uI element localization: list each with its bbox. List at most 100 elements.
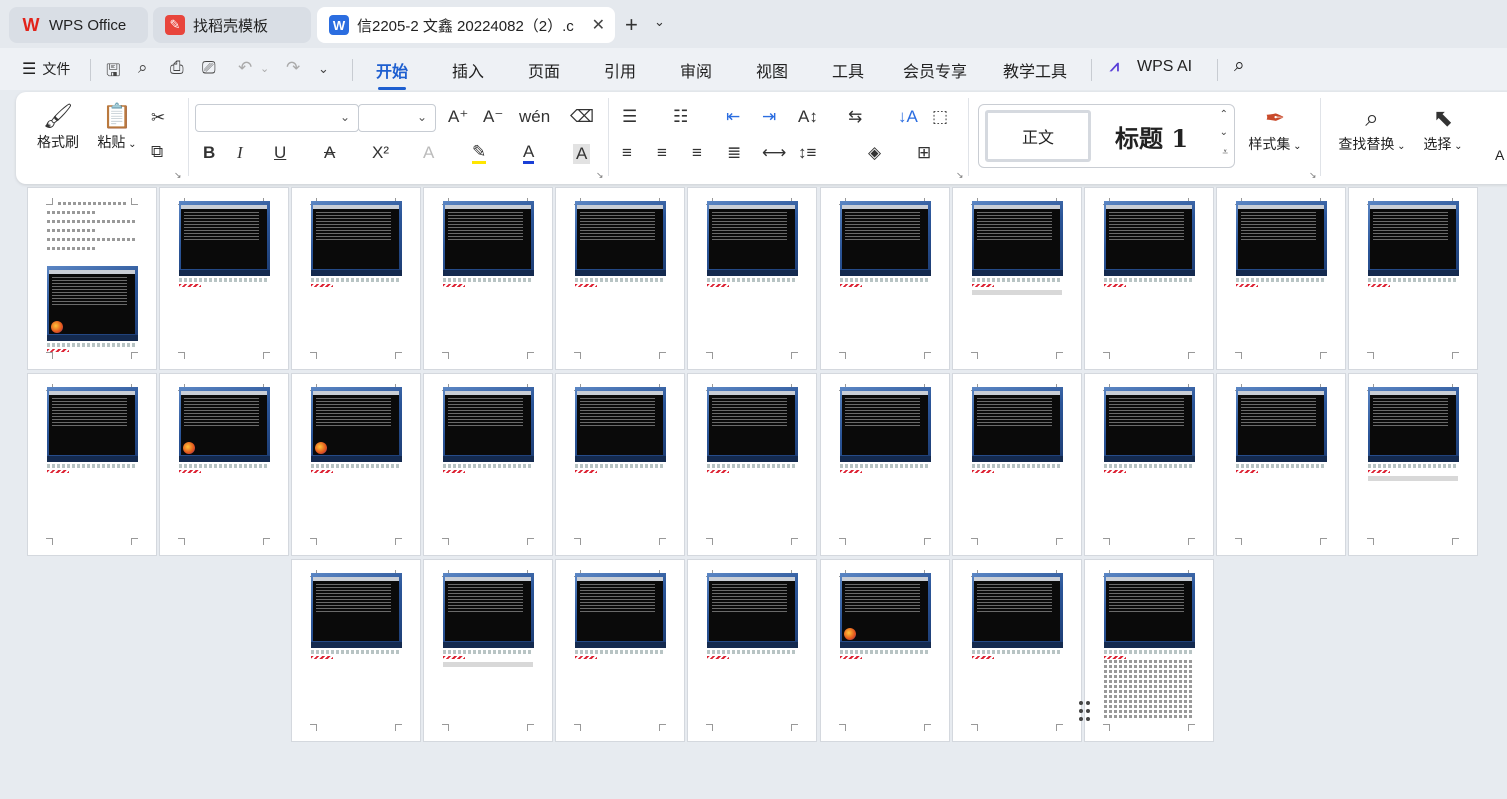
- tab-home[interactable]: 开始: [376, 58, 408, 90]
- tab-document[interactable]: W 信2205-2 文鑫 20224082（2）.c ✕: [317, 7, 615, 43]
- page-thumbnail[interactable]: [160, 374, 288, 555]
- page-thumbnail[interactable]: [556, 560, 684, 741]
- format-icon[interactable]: ⌕: [138, 58, 148, 78]
- page-thumbnail[interactable]: [821, 560, 949, 741]
- tab-docer[interactable]: ✎ 找稻壳模板: [153, 7, 311, 43]
- text-direction-icon[interactable]: A↕: [798, 107, 818, 127]
- show-marks-icon[interactable]: ⬚: [932, 107, 948, 127]
- find-replace-button[interactable]: ⌕ 查找替换 ⌄: [1334, 104, 1410, 154]
- tab-review[interactable]: 审阅: [680, 58, 712, 82]
- page-thumbnail[interactable]: [688, 188, 816, 369]
- highlight-icon[interactable]: ✎: [472, 143, 487, 164]
- select-button[interactable]: ⬉ 选择 ⌄: [1420, 104, 1466, 154]
- decrease-indent-icon[interactable]: ⇤: [726, 107, 740, 127]
- scroll-down-icon[interactable]: ⌄: [1220, 127, 1228, 138]
- phonetic-guide-icon[interactable]: wén: [519, 107, 550, 127]
- page-thumbnail[interactable]: [292, 560, 420, 741]
- underline-icon[interactable]: U: [274, 143, 286, 163]
- page-thumbnail[interactable]: [953, 374, 1081, 555]
- font-name-select[interactable]: ⌄: [195, 104, 359, 132]
- style-set-button[interactable]: ✒ 样式集 ⌄: [1244, 104, 1306, 154]
- style-heading-1[interactable]: 标题 1: [1115, 119, 1188, 154]
- dialog-launcher-icon[interactable]: ↘: [174, 170, 182, 181]
- page-thumbnail[interactable]: [1217, 374, 1345, 555]
- file-menu[interactable]: ☰ 文件: [22, 59, 70, 79]
- page-thumbnail[interactable]: [556, 374, 684, 555]
- format-painter-button[interactable]: 🖌 格式刷: [34, 102, 82, 152]
- line-spacing-icon[interactable]: ↕≡: [798, 143, 816, 163]
- page-thumbnail[interactable]: [1085, 374, 1213, 555]
- page-thumbnail[interactable]: [1085, 560, 1213, 741]
- page-thumbnail[interactable]: [953, 188, 1081, 369]
- undo-icon[interactable]: ↶: [238, 58, 252, 78]
- dialog-launcher-icon[interactable]: ↘: [956, 170, 964, 181]
- tab-teaching-tools[interactable]: 教学工具: [1003, 58, 1067, 82]
- save-icon[interactable]: 🖫: [106, 58, 120, 87]
- dialog-launcher-icon[interactable]: ↘: [596, 170, 604, 181]
- swap-icon[interactable]: ⇆: [848, 107, 862, 127]
- page-thumbnail[interactable]: [424, 374, 552, 555]
- page-thumbnail[interactable]: [821, 188, 949, 369]
- page-thumbnail[interactable]: [1349, 374, 1477, 555]
- page-thumbnail[interactable]: [1349, 188, 1477, 369]
- font-size-select[interactable]: ⌄: [358, 104, 436, 132]
- page-thumbnail[interactable]: [688, 374, 816, 555]
- bold-icon[interactable]: B: [203, 143, 215, 163]
- print-preview-icon[interactable]: ⎚: [202, 58, 216, 78]
- increase-font-icon[interactable]: A⁺: [448, 107, 468, 127]
- style-normal[interactable]: 正文: [985, 110, 1091, 162]
- page-thumbnail[interactable]: [1217, 188, 1345, 369]
- cut-icon[interactable]: ✂: [151, 108, 165, 128]
- tab-tools[interactable]: 工具: [832, 58, 864, 82]
- chevron-down-icon[interactable]: ⌄: [654, 14, 665, 30]
- justify-icon[interactable]: ≣: [727, 143, 741, 163]
- chevron-down-icon[interactable]: ⌄: [260, 62, 269, 75]
- more-styles-icon[interactable]: ⩡: [1222, 147, 1228, 158]
- clear-format-icon[interactable]: ⌫: [570, 107, 594, 127]
- page-thumbnail[interactable]: [160, 188, 288, 369]
- print-icon[interactable]: ⎙: [170, 58, 184, 78]
- close-icon[interactable]: ✕: [592, 15, 605, 35]
- tab-wps-ai[interactable]: WPS AI: [1137, 58, 1192, 76]
- redo-icon[interactable]: ↷: [286, 58, 300, 78]
- page-thumbnail[interactable]: [28, 374, 156, 555]
- chevron-down-icon[interactable]: ⌄: [318, 61, 329, 77]
- align-left-icon[interactable]: ≡: [622, 143, 632, 163]
- font-color-icon[interactable]: A: [523, 143, 535, 164]
- dialog-launcher-icon[interactable]: ↘: [1309, 170, 1317, 181]
- tab-page[interactable]: 页面: [528, 58, 560, 82]
- scroll-up-icon[interactable]: ⌃: [1220, 109, 1228, 120]
- tab-view[interactable]: 视图: [756, 58, 788, 82]
- page-thumbnail[interactable]: [424, 560, 552, 741]
- decrease-font-icon[interactable]: A⁻: [483, 107, 503, 127]
- strikethrough-icon[interactable]: A: [324, 143, 335, 163]
- page-thumbnail[interactable]: [821, 374, 949, 555]
- page-thumbnail[interactable]: [1085, 188, 1213, 369]
- distributed-icon[interactable]: ⟷: [762, 143, 786, 163]
- align-right-icon[interactable]: ≡: [692, 143, 702, 163]
- sort-icon[interactable]: ↓A: [898, 107, 918, 127]
- numbered-list-icon[interactable]: ☷: [673, 107, 688, 127]
- drag-handle-icon[interactable]: [1079, 701, 1091, 723]
- copy-icon[interactable]: ⧉: [151, 142, 163, 162]
- text-effect-icon[interactable]: A: [423, 143, 434, 163]
- tab-insert[interactable]: 插入: [452, 58, 484, 82]
- bullet-list-icon[interactable]: ☰: [622, 107, 637, 127]
- superscript-icon[interactable]: X²: [372, 143, 389, 163]
- character-shading-icon[interactable]: A: [573, 144, 591, 164]
- increase-indent-icon[interactable]: ⇥: [762, 107, 776, 127]
- search-icon[interactable]: ⌕: [1234, 55, 1245, 77]
- add-tab-icon[interactable]: +: [625, 12, 638, 38]
- page-thumbnail[interactable]: [292, 374, 420, 555]
- tab-references[interactable]: 引用: [604, 58, 636, 82]
- page-thumbnail[interactable]: [424, 188, 552, 369]
- page-thumbnail[interactable]: [556, 188, 684, 369]
- page-thumbnail[interactable]: [688, 560, 816, 741]
- page-thumbnail[interactable]: [28, 188, 156, 369]
- italic-icon[interactable]: I: [237, 143, 243, 163]
- tab-member[interactable]: 会员专享: [903, 58, 967, 82]
- page-thumbnail[interactable]: [953, 560, 1081, 741]
- page-thumbnail[interactable]: [292, 188, 420, 369]
- tab-wps-office[interactable]: W WPS Office: [9, 7, 148, 43]
- align-center-icon[interactable]: ≡: [657, 143, 667, 163]
